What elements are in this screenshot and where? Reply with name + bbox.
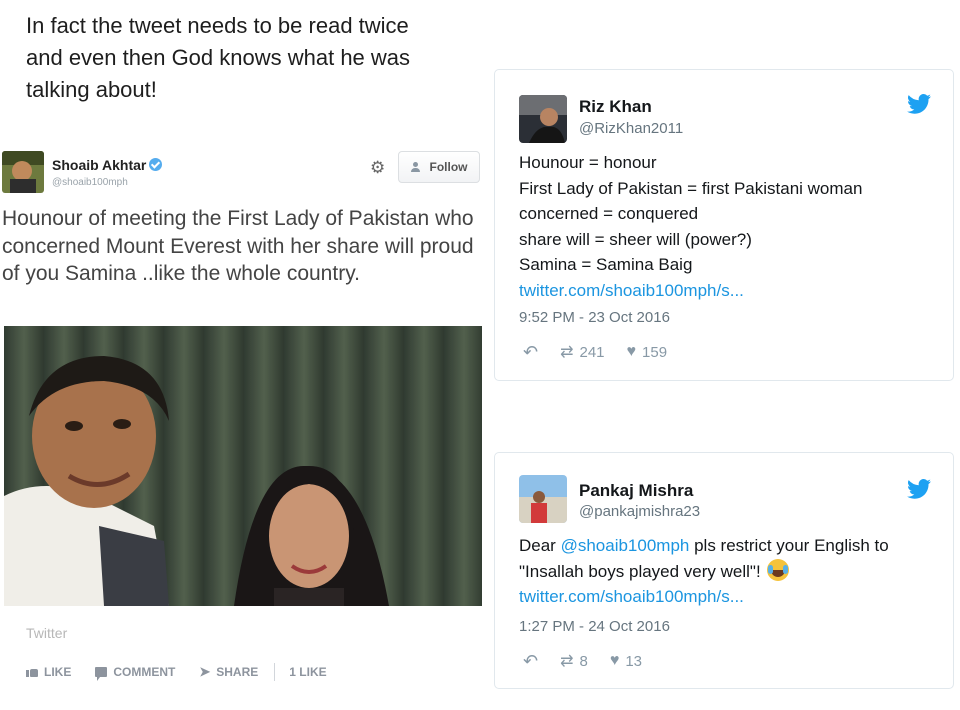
tweet-link[interactable]: twitter.com/shoaib100mph/s... (519, 278, 939, 304)
tweet-line: share will = sheer will (power?) (519, 229, 752, 249)
retweet-button[interactable]: ⇄ 241 (560, 342, 604, 362)
tweet-line: Dear @shoaib100mph pls restrict your Eng… (519, 536, 889, 555)
post-action-bar: LIKE COMMENT ➤ SHARE 1 LIKE (26, 663, 351, 681)
retweet-count: 8 (579, 652, 588, 670)
verified-badge-icon (149, 158, 163, 171)
tweet-actions: ↶ ⇄ 241 ♥ 159 (523, 342, 689, 362)
post-text: Hounour of meeting the First Lady of Pak… (2, 207, 474, 285)
laughing-emoji-icon (767, 558, 790, 581)
retweet-count: 241 (579, 343, 605, 361)
like-button[interactable]: ♥ 159 (627, 343, 668, 361)
tweet-line: Hounour = honour (519, 153, 657, 172)
meme-caption: In fact the tweet needs to be read twice… (26, 10, 466, 106)
author-name[interactable]: Shoaib Akhtar (52, 157, 163, 173)
divider (274, 663, 276, 681)
comment-icon (95, 667, 108, 681)
reply-button[interactable]: ↶ (523, 343, 538, 361)
avatar[interactable] (519, 475, 567, 523)
comment-label: COMMENT (113, 665, 176, 679)
caption-line-2: and even then God knows what he was (26, 45, 411, 70)
reply-button[interactable]: ↶ (523, 652, 538, 670)
tweet-body: Dear @shoaib100mph pls restrict your Eng… (519, 533, 939, 610)
post-source[interactable]: Twitter (26, 625, 67, 641)
share-icon: ➤ (199, 664, 211, 679)
mention-link[interactable]: @shoaib100mph (561, 536, 690, 555)
tweet-actions: ↶ ⇄ 8 ♥ 13 (523, 651, 664, 671)
like-label: LIKE (44, 665, 72, 679)
caption-line-3: talking about! (26, 77, 157, 102)
tweet-author-name[interactable]: Pankaj Mishra (579, 481, 693, 501)
like-count: 13 (625, 652, 643, 670)
heart-icon: ♥ (609, 652, 620, 669)
retweet-button[interactable]: ⇄ 8 (560, 651, 588, 671)
like-icon (26, 667, 38, 677)
twitter-bird-icon[interactable] (907, 94, 931, 114)
avatar[interactable] (519, 95, 567, 143)
tweet-author-handle[interactable]: @pankajmishra23 (579, 503, 700, 520)
tweet-body: Hounour = honour First Lady of Pakistan … (519, 150, 939, 303)
like-button[interactable]: LIKE (26, 665, 71, 679)
follow-person-icon (410, 162, 425, 172)
gear-icon[interactable]: ⚙ (370, 158, 385, 178)
caption-line-1: In fact the tweet needs to be read twice (26, 13, 409, 38)
twitter-bird-icon[interactable] (907, 479, 931, 499)
tweet-line: concerned = conquered (519, 204, 699, 223)
retweet-icon: ⇄ (560, 653, 574, 670)
retweet-icon: ⇄ (560, 344, 574, 361)
tweet-line: "Insallah boys played very well"! (519, 558, 939, 585)
tweet-card-riz-khan: Riz Khan @RizKhan2011 Hounour = honour F… (494, 69, 954, 381)
follow-label: Follow (429, 160, 468, 174)
reply-icon: ↶ (523, 342, 539, 362)
tweet-card-pankaj-mishra: Pankaj Mishra @pankajmishra23 Dear @shoa… (494, 452, 954, 689)
tweet-timestamp[interactable]: 9:52 PM - 23 Oct 2016 (519, 309, 670, 326)
tweet-timestamp[interactable]: 1:27 PM - 24 Oct 2016 (519, 618, 670, 635)
tweet-author-handle[interactable]: @RizKhan2011 (579, 120, 683, 137)
tweet-link[interactable]: twitter.com/shoaib100mph/s... (519, 584, 939, 610)
comment-button[interactable]: COMMENT (95, 665, 176, 681)
follow-button[interactable]: Follow (398, 151, 480, 183)
author-handle[interactable]: @shoaib100mph (52, 177, 128, 188)
likes-count[interactable]: 1 LIKE (289, 665, 326, 679)
shoaib-avatar[interactable] (2, 151, 44, 193)
heart-icon: ♥ (626, 343, 637, 360)
reply-icon: ↶ (523, 651, 539, 671)
share-button[interactable]: ➤ SHARE (199, 664, 258, 680)
tweet-line: First Lady of Pakistan = first Pakistani… (519, 178, 863, 198)
like-count: 159 (642, 343, 668, 361)
tweet-author-name[interactable]: Riz Khan (579, 97, 652, 117)
share-label: SHARE (216, 665, 259, 679)
like-button[interactable]: ♥ 13 (610, 652, 642, 670)
post-photo[interactable] (4, 326, 482, 606)
tweet-line: Samina = Samina Baig (519, 255, 693, 274)
